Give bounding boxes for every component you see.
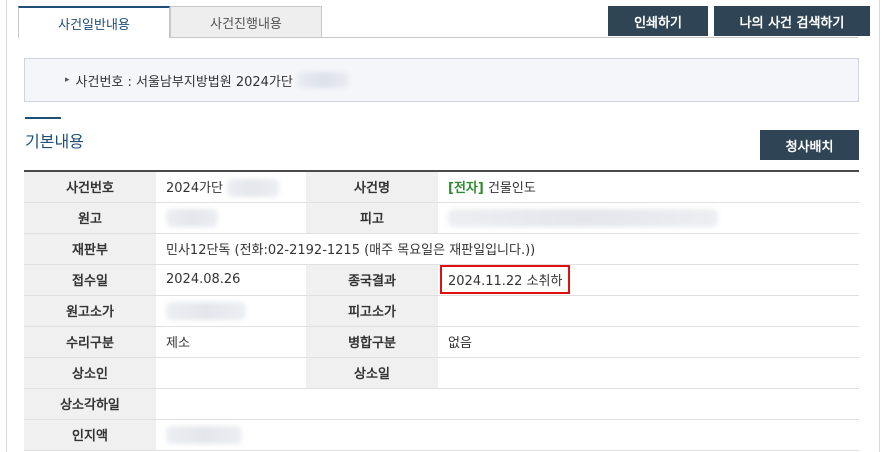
print-button[interactable]: 인쇄하기 <box>608 6 708 36</box>
value-case-name: [전자] 건물인도 <box>438 171 859 203</box>
label-defendant: 피고 <box>306 202 438 234</box>
tab-divider <box>170 37 858 38</box>
value-court-division: 민사12단독 (전화:02-2192-1215 (매주 목요일은 재판일입니다.… <box>156 233 859 265</box>
bullet-arrow-icon: ▸ <box>65 75 70 85</box>
redacted-value <box>166 301 246 320</box>
case-number-box: ▸ 사건번호 : 서울남부지방법원 2024가단 <box>24 58 859 102</box>
table-row: 수리구분 제소 병합구분 없음 <box>24 326 859 358</box>
tab-bar: 사건일반내용 사건진행내용 <box>18 6 322 38</box>
label-case-name: 사건명 <box>306 171 438 203</box>
value-plaintiff-claim <box>156 295 306 327</box>
label-stamp-fee: 인지액 <box>24 419 156 451</box>
label-merge-type: 병합구분 <box>306 326 438 358</box>
court-room-assignment-button[interactable]: 청사배치 <box>760 130 859 160</box>
redacted-value <box>166 425 242 444</box>
label-appeal-dismissal-date: 상소각하일 <box>24 388 156 420</box>
label-plaintiff: 원고 <box>24 202 156 234</box>
label-plaintiff-claim: 원고소가 <box>24 295 156 327</box>
redacted-case-number <box>296 72 349 88</box>
redacted-value <box>166 208 218 227</box>
value-filing-date: 2024.08.26 <box>156 264 306 296</box>
value-appellant <box>156 357 306 389</box>
label-filing-date: 접수일 <box>24 264 156 296</box>
table-row: 상소각하일 <box>24 388 859 420</box>
value-final-result: 2024.11.22 소취하 <box>438 264 859 296</box>
value-receipt-type: 제소 <box>156 326 306 358</box>
label-final-result: 종국결과 <box>306 264 438 296</box>
final-result-highlight: 2024.11.22 소취하 <box>440 265 571 294</box>
table-row: 원고소가 피고소가 <box>24 295 859 327</box>
value-appeal-date <box>438 357 859 389</box>
case-info-table: 사건번호 2024가단 사건명 [전자] 건물인도 원고 피고 재판부 민사12… <box>24 170 859 451</box>
value-appeal-dismissal-date <box>156 388 859 420</box>
value-case-number: 2024가단 <box>156 171 306 203</box>
label-court-division: 재판부 <box>24 233 156 265</box>
tab-case-general[interactable]: 사건일반내용 <box>18 6 170 38</box>
label-defendant-claim: 피고소가 <box>306 295 438 327</box>
label-receipt-type: 수리구분 <box>24 326 156 358</box>
electronic-tag: [전자] <box>448 181 484 197</box>
redacted-value <box>448 208 718 227</box>
value-plaintiff <box>156 202 306 234</box>
table-row: 사건번호 2024가단 사건명 [전자] 건물인도 <box>24 171 859 203</box>
section-title: 기본내용 <box>25 132 84 151</box>
value-merge-type: 없음 <box>438 326 859 358</box>
label-appeal-date: 상소일 <box>306 357 438 389</box>
tab-case-progress[interactable]: 사건진행내용 <box>170 6 322 38</box>
label-case-number: 사건번호 <box>24 171 156 203</box>
table-row: 인지액 <box>24 419 859 451</box>
table-row: 접수일 2024.08.26 종국결과 2024.11.22 소취하 <box>24 264 859 296</box>
label-appellant: 상소인 <box>24 357 156 389</box>
my-case-search-button[interactable]: 나의 사건 검색하기 <box>714 6 870 36</box>
case-number-text: 사건번호 : 서울남부지방법원 2024가단 <box>75 74 293 90</box>
table-row: 원고 피고 <box>24 202 859 234</box>
table-row: 재판부 민사12단독 (전화:02-2192-1215 (매주 목요일은 재판일… <box>24 233 859 265</box>
value-stamp-fee <box>156 419 859 451</box>
value-defendant-claim <box>438 295 859 327</box>
redacted-value <box>227 179 280 197</box>
value-defendant <box>438 202 859 234</box>
table-row: 상소인 상소일 <box>24 357 859 389</box>
section-accent-bar <box>25 117 61 119</box>
